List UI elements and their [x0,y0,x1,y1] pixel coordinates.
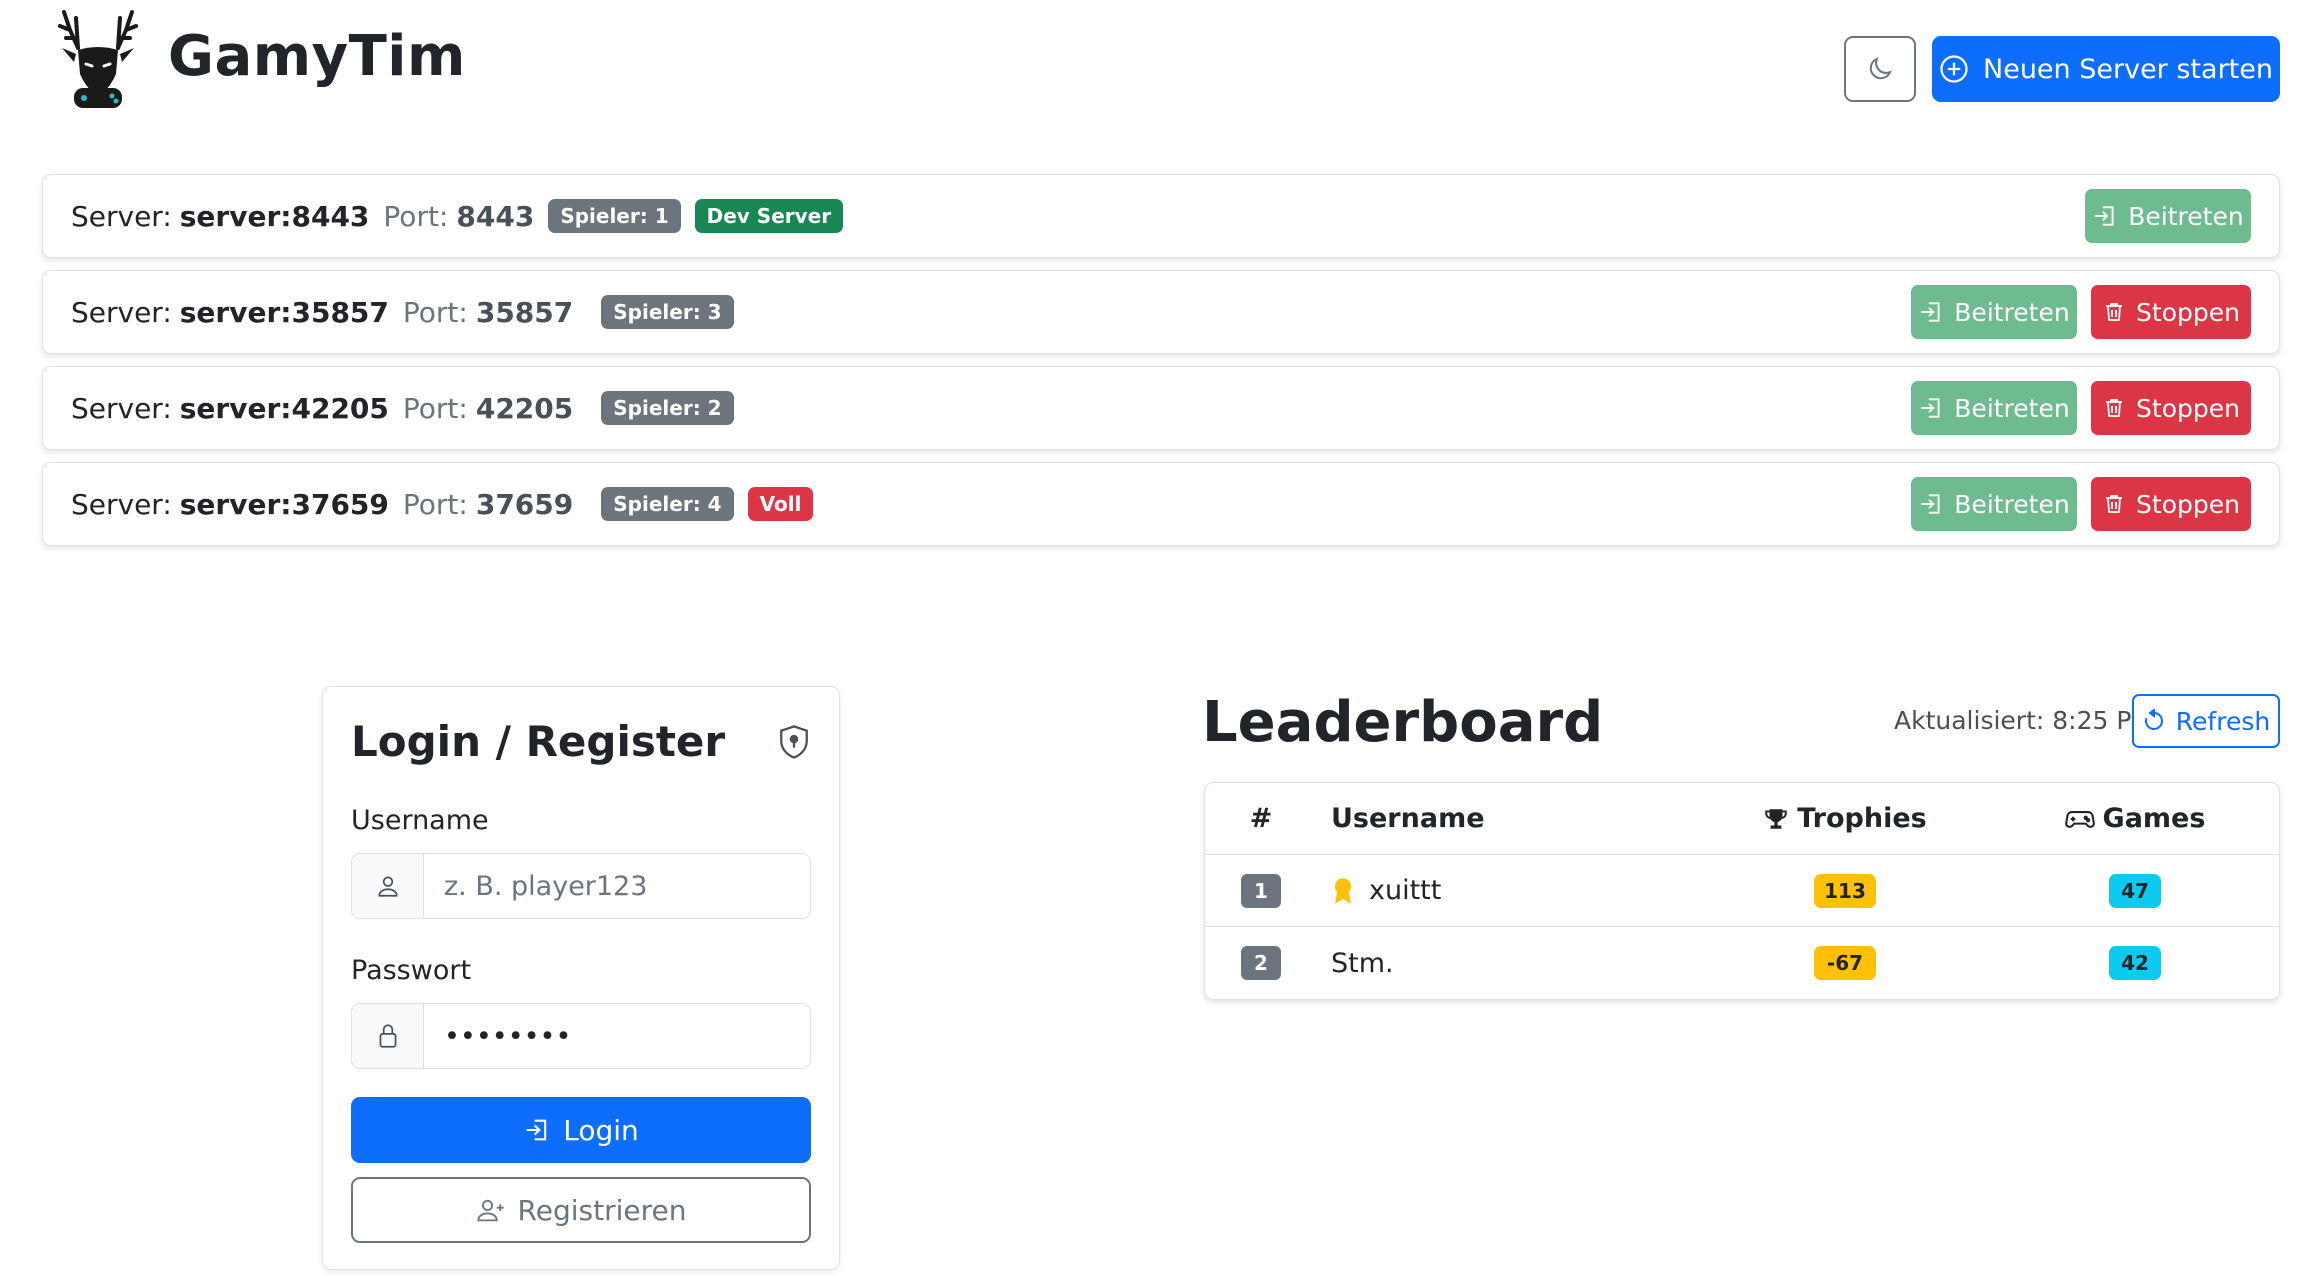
join-label: Beitreten [2128,201,2244,231]
join-label: Beitreten [1954,297,2070,327]
leaderboard-header-row: # Username Trophies Games [1205,783,2279,855]
password-input[interactable] [424,1004,810,1068]
port-value: 35857 [475,295,574,329]
leaderboard-row: 2 Stm. -67 42 [1205,927,2279,999]
server-name: server:37659 [179,487,389,521]
port-value: 37659 [475,487,574,521]
login-arrow-icon [1921,302,1940,322]
server-card: Server: server:35857 Port: 35857 Spieler… [42,270,2280,354]
login-arrow-icon [1921,494,1940,514]
login-label: Login [563,1113,639,1147]
stop-label: Stoppen [2136,297,2240,327]
register-button[interactable]: Registrieren [351,1177,811,1243]
trophy-icon [1765,808,1787,829]
games-header: Games [2035,803,2235,834]
games-badge: 42 [2109,946,2161,980]
login-arrow-icon [1921,398,1940,418]
port-label: Port: [402,487,468,521]
server-label: Server: [71,295,172,329]
players-badge: Spieler: 4 [601,487,734,521]
full-badge: Voll [747,487,814,521]
trash-icon [2106,399,2123,417]
username-input[interactable] [424,854,810,918]
rank-badge: 2 [1241,946,1281,980]
server-card: Server: server:37659 Port: 37659 Spieler… [42,462,2280,546]
deer-gamepad-logo [56,8,140,112]
port-value: 42205 [475,391,574,425]
brand-title: GamyTim [168,24,466,89]
games-badge: 47 [2109,873,2161,908]
rank-header: # [1249,803,1273,834]
games-header-label: Games [2102,803,2206,834]
join-label: Beitreten [1954,393,2070,423]
login-button[interactable]: Login [351,1097,811,1163]
login-title: Login / Register [351,717,726,766]
lock-icon [352,1004,424,1068]
password-label: Passwort [351,955,472,986]
server-name: server:8443 [179,199,370,233]
server-list: Server: server:8443 Port: 8443 Spieler: … [42,174,2280,558]
server-name: server:35857 [179,295,389,329]
refresh-icon [2144,709,2163,730]
login-card: Login / Register Username Passwort Login… [322,686,840,1270]
port-label: Port: [402,391,468,425]
leaderboard-username: xuittt [1369,875,1442,906]
leaderboard-updated: Aktualisiert: 8:25 PM [1894,706,2153,735]
port-label: Port: [383,199,449,233]
person-icon [352,854,424,918]
stop-label: Stoppen [2136,393,2240,423]
username-label: Username [351,805,489,836]
server-label: Server: [71,487,172,521]
username-header: Username [1331,803,1485,834]
refresh-label: Refresh [2175,706,2271,736]
server-name: server:42205 [179,391,389,425]
award-icon [1334,877,1352,904]
moon-icon [1869,57,1892,80]
leaderboard-username: Stm. [1331,947,1394,979]
username-input-group [351,853,811,919]
controller-icon [2064,810,2095,828]
trophies-header-label: Trophies [1797,803,1927,834]
server-card: Server: server:8443 Port: 8443 Spieler: … [42,174,2280,258]
join-button[interactable]: Beitreten [1911,381,2077,435]
new-server-label: Neuen Server starten [1983,53,2273,85]
login-arrow-icon [526,1119,547,1141]
theme-toggle-button[interactable] [1844,36,1916,102]
stop-button[interactable]: Stoppen [2091,477,2251,531]
leaderboard-title: Leaderboard [1202,690,1604,755]
stop-button[interactable]: Stoppen [2091,381,2251,435]
rank-badge: 1 [1241,873,1281,908]
leaderboard-table: # Username Trophies Games 1 xuittt 113 4… [1204,782,2280,1000]
join-button[interactable]: Beitreten [1911,285,2077,339]
join-button[interactable]: Beitreten [2085,189,2251,243]
port-label: Port: [402,295,468,329]
trash-icon [2106,303,2123,321]
join-button[interactable]: Beitreten [1911,477,2077,531]
trophies-badge: 113 [1814,873,1876,908]
stop-button[interactable]: Stoppen [2091,285,2251,339]
password-input-group [351,1003,811,1069]
server-label: Server: [71,391,172,425]
plus-circle-icon [1940,55,1968,83]
server-card: Server: server:42205 Port: 42205 Spieler… [42,366,2280,450]
new-server-button[interactable]: Neuen Server starten [1932,36,2280,102]
players-badge: Spieler: 3 [601,295,734,329]
leaderboard-row: 1 xuittt 113 47 [1205,855,2279,927]
shield-lock-icon [780,725,808,759]
players-badge: Spieler: 1 [548,199,681,233]
person-plus-icon [476,1199,504,1222]
login-arrow-icon [2095,206,2114,226]
dev-server-badge: Dev Server [694,199,844,233]
players-badge: Spieler: 2 [601,391,734,425]
trash-icon [2106,495,2123,513]
server-label: Server: [71,199,172,233]
refresh-button[interactable]: Refresh [2132,694,2280,748]
trophies-badge: -67 [1814,946,1876,980]
port-value: 8443 [456,199,535,233]
stop-label: Stoppen [2136,489,2240,519]
trophies-header: Trophies [1745,803,1945,834]
register-label: Registrieren [517,1193,687,1227]
join-label: Beitreten [1954,489,2070,519]
